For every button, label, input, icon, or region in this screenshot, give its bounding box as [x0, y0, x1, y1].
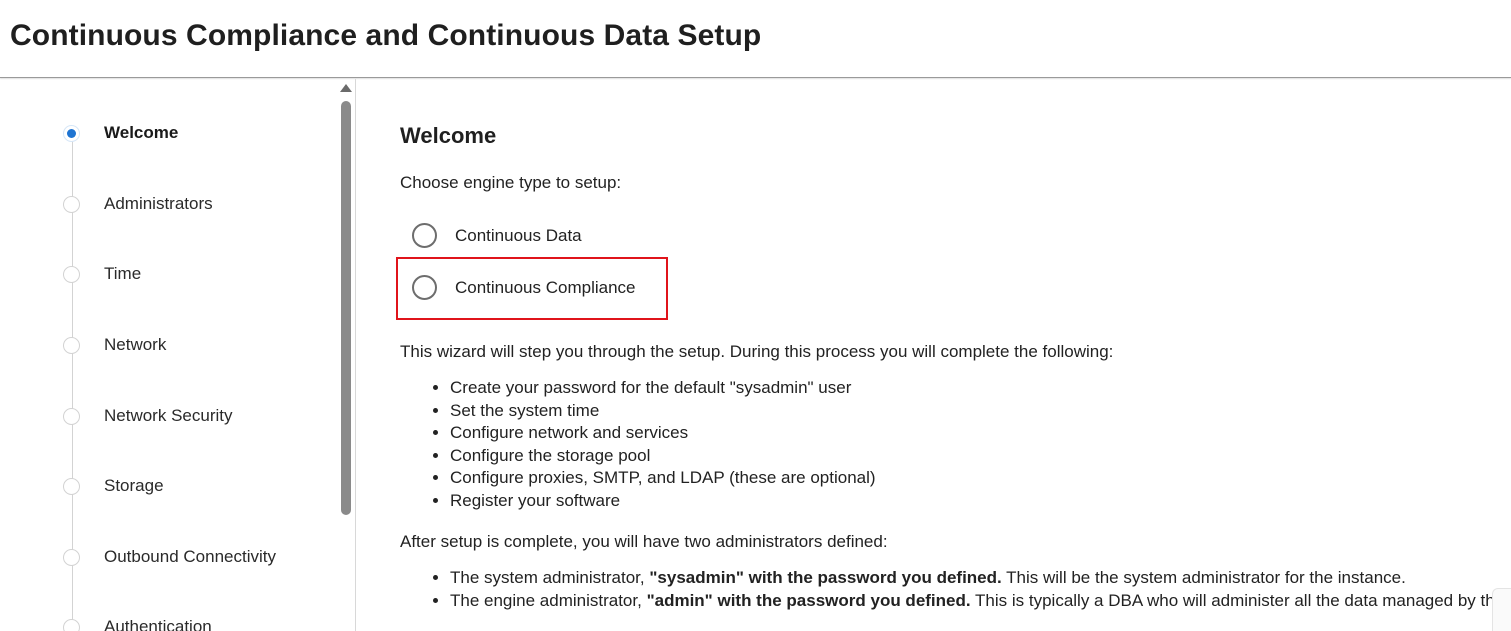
step-time[interactable]: Time	[0, 260, 330, 290]
step-storage[interactable]: Storage	[0, 472, 330, 502]
scroll-up-arrow-icon[interactable]	[340, 84, 352, 92]
step-label: Authentication	[104, 617, 212, 631]
list-item: The system administrator, "sysadmin" wit…	[450, 567, 1511, 590]
list-item: Register your software	[450, 490, 876, 513]
step-label: Welcome	[104, 123, 179, 142]
wizard-steps-sidebar: Welcome Administrators Time Network Netw…	[0, 79, 356, 631]
step-indicator-icon	[63, 549, 80, 566]
list-item: Set the system time	[450, 400, 876, 423]
admin-suffix: This is typically a DBA who will adminis…	[970, 590, 1511, 610]
sidebar-scrollbar[interactable]	[337, 80, 353, 631]
step-label: Outbound Connectivity	[104, 547, 276, 566]
step-indicator-icon	[63, 125, 80, 142]
step-administrators[interactable]: Administrators	[0, 190, 330, 220]
floating-corner-widget[interactable]	[1492, 588, 1511, 631]
step-welcome[interactable]: Welcome	[0, 119, 330, 149]
step-authentication[interactable]: Authentication	[0, 613, 330, 631]
admins-list: The system administrator, "sysadmin" wit…	[400, 567, 1511, 612]
step-label: Administrators	[104, 194, 213, 213]
step-indicator-icon	[63, 337, 80, 354]
radio-label[interactable]: Continuous Data	[455, 226, 582, 246]
admin-suffix: This will be the system administrator fo…	[1001, 568, 1406, 587]
wizard-steps-list: Create your password for the default "sy…	[400, 377, 876, 513]
step-outbound-connectivity[interactable]: Outbound Connectivity	[0, 543, 330, 573]
step-indicator-icon	[63, 478, 80, 495]
list-item: Configure proxies, SMTP, and LDAP (these…	[450, 467, 876, 490]
admin-prefix: The system administrator,	[450, 568, 650, 587]
list-item: The engine administrator, "admin" with t…	[450, 590, 1511, 613]
admin-prefix: The engine administrator,	[450, 590, 647, 610]
step-label: Network	[104, 335, 167, 354]
main-content: Welcome Choose engine type to setup: Con…	[356, 79, 1511, 631]
radio-continuous-compliance[interactable]: Continuous Compliance	[412, 275, 812, 303]
step-label: Storage	[104, 476, 164, 495]
wizard-intro-text: This wizard will step you through the se…	[400, 342, 1114, 361]
page-title: Continuous Compliance and Continuous Dat…	[10, 19, 762, 52]
step-indicator-icon	[63, 266, 80, 283]
page-header: Continuous Compliance and Continuous Dat…	[0, 0, 1511, 78]
section-heading: Welcome	[400, 123, 497, 148]
step-network-security[interactable]: Network Security	[0, 402, 330, 432]
step-label: Time	[104, 264, 142, 283]
admin-bold: "admin" with the password you defined.	[646, 590, 971, 610]
engine-type-prompt: Choose engine type to setup:	[400, 173, 622, 192]
list-item: Configure network and services	[450, 422, 876, 445]
after-setup-text: After setup is complete, you will have t…	[400, 532, 888, 551]
radio-label[interactable]: Continuous Compliance	[455, 278, 636, 298]
list-item: Create your password for the default "sy…	[450, 377, 876, 400]
step-indicator-icon	[63, 196, 80, 213]
admin-bold: "sysadmin" with the password you defined…	[649, 568, 1002, 587]
step-network[interactable]: Network	[0, 331, 330, 361]
step-label: Network Security	[104, 406, 233, 425]
list-item: Configure the storage pool	[450, 445, 876, 468]
step-indicator-icon	[63, 408, 80, 425]
radio-circle-icon[interactable]	[412, 275, 437, 300]
radio-continuous-data[interactable]: Continuous Data	[412, 223, 812, 251]
step-indicator-icon	[63, 619, 80, 631]
scrollbar-thumb[interactable]	[341, 101, 351, 515]
radio-circle-icon[interactable]	[412, 223, 437, 248]
